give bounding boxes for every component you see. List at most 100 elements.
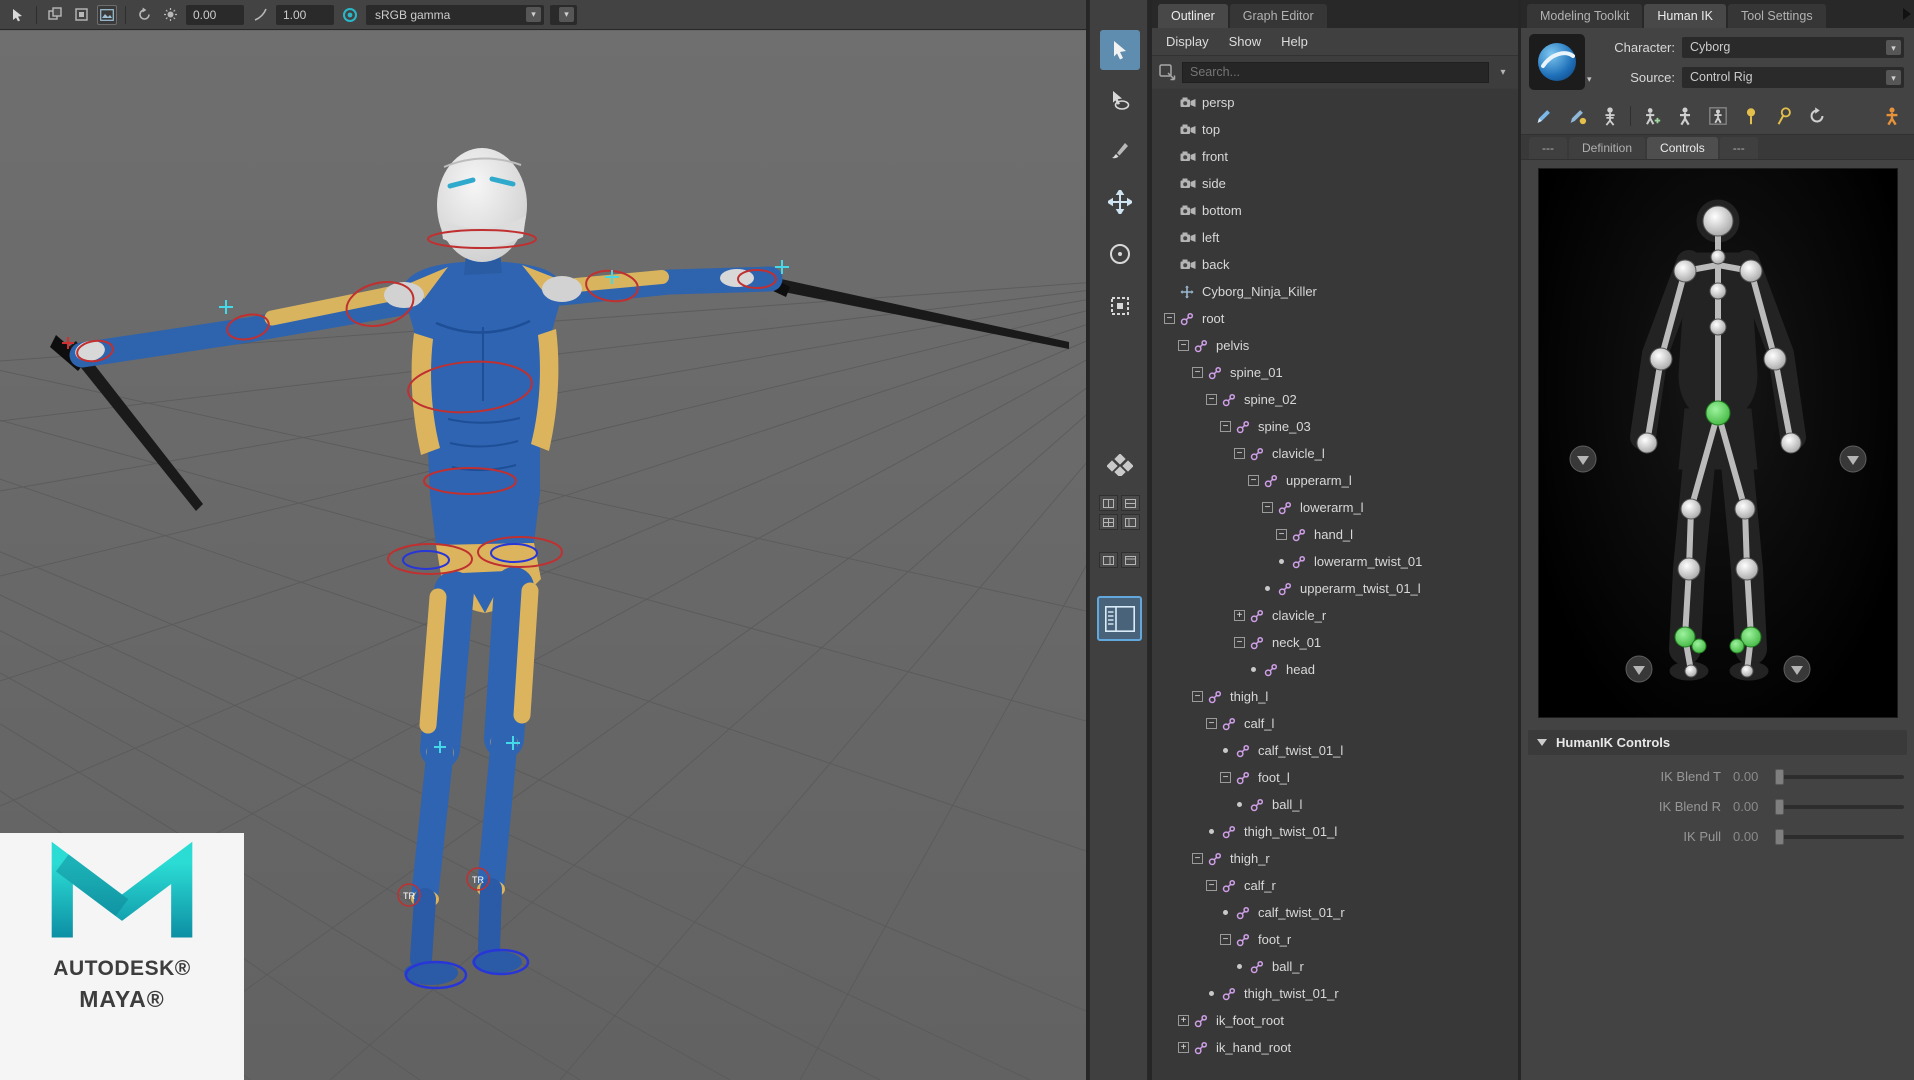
- outliner-node-hand_l[interactable]: − hand_l: [1152, 521, 1518, 548]
- tab-outliner[interactable]: Outliner: [1158, 4, 1228, 28]
- outliner-node-clavicle_r[interactable]: + clavicle_r: [1152, 602, 1518, 629]
- node-label[interactable]: thigh_twist_01_r: [1244, 986, 1339, 1001]
- outliner-node-back[interactable]: back: [1152, 251, 1518, 278]
- figure-stance-icon[interactable]: [1705, 104, 1730, 129]
- outliner-node-calf_l[interactable]: − calf_l: [1152, 710, 1518, 737]
- outliner-node-top[interactable]: top: [1152, 116, 1518, 143]
- outliner-node-spine_03[interactable]: − spine_03: [1152, 413, 1518, 440]
- expand-toggle-icon[interactable]: +: [1178, 1015, 1189, 1026]
- persp-outliner-layout-button[interactable]: [1097, 596, 1142, 641]
- lasso-select-tool[interactable]: [1100, 80, 1140, 120]
- outliner-node-thigh_r[interactable]: − thigh_r: [1152, 845, 1518, 872]
- edit-definition-pencil-icon[interactable]: [1531, 104, 1556, 129]
- pane-layout-c[interactable]: [1099, 514, 1118, 530]
- outliner-node-left[interactable]: left: [1152, 224, 1518, 251]
- pane-layout-b[interactable]: [1121, 495, 1140, 511]
- pin-translate-icon[interactable]: [1738, 104, 1763, 129]
- subtab-right[interactable]: ---: [1719, 137, 1758, 159]
- tab-overflow-arrow-icon[interactable]: [1903, 8, 1911, 20]
- node-label[interactable]: ik_foot_root: [1216, 1013, 1284, 1028]
- outliner-node-front[interactable]: front: [1152, 143, 1518, 170]
- tab-human-ik[interactable]: Human IK: [1644, 4, 1726, 28]
- collapse-toggle-icon[interactable]: −: [1248, 475, 1259, 486]
- outliner-node-ik_hand_root[interactable]: + ik_hand_root: [1152, 1034, 1518, 1061]
- pane-layout-d[interactable]: [1121, 514, 1140, 530]
- collapse-toggle-icon[interactable]: −: [1192, 691, 1203, 702]
- tab-modeling-toolkit[interactable]: Modeling Toolkit: [1527, 4, 1643, 28]
- humanik-logo-icon[interactable]: [1529, 34, 1585, 90]
- renderer-menu[interactable]: [550, 4, 577, 25]
- color-managed-toggle-icon[interactable]: [340, 5, 360, 25]
- viewport-panel[interactable]: 0.00 1.00 sRGB gamma ▾ ▾ TR TR AUTODESK®…: [0, 0, 1086, 1080]
- outliner-node-ball_l[interactable]: ball_l: [1152, 791, 1518, 818]
- node-label[interactable]: neck_01: [1272, 635, 1321, 650]
- collapse-toggle-icon[interactable]: −: [1234, 637, 1245, 648]
- node-label[interactable]: head: [1286, 662, 1315, 677]
- outliner-node-calf_twist_01_l[interactable]: calf_twist_01_l: [1152, 737, 1518, 764]
- outliner-node-ik_foot_root[interactable]: + ik_foot_root: [1152, 1007, 1518, 1034]
- outliner-node-lowerarm_twist_01[interactable]: lowerarm_twist_01: [1152, 548, 1518, 575]
- collapse-toggle-icon[interactable]: −: [1262, 502, 1273, 513]
- node-label[interactable]: left: [1202, 230, 1219, 245]
- node-label[interactable]: clavicle_r: [1272, 608, 1326, 623]
- saved-layouts-button[interactable]: [1100, 448, 1140, 482]
- reset-pose-icon[interactable]: [1804, 104, 1829, 129]
- collapse-toggle-icon[interactable]: −: [1164, 313, 1175, 324]
- chevron-down-icon[interactable]: [1886, 39, 1901, 55]
- node-label[interactable]: calf_twist_01_l: [1258, 743, 1343, 758]
- hik-logo-chevron-icon[interactable]: [1587, 74, 1592, 85]
- outliner-node-root[interactable]: − root: [1152, 305, 1518, 332]
- refresh-icon[interactable]: [134, 5, 154, 25]
- outliner-node-upperarm_l[interactable]: − upperarm_l: [1152, 467, 1518, 494]
- node-label[interactable]: thigh_r: [1230, 851, 1270, 866]
- node-label[interactable]: calf_l: [1244, 716, 1274, 731]
- paint-select-tool[interactable]: [1100, 130, 1140, 170]
- select-tool[interactable]: [1100, 30, 1140, 70]
- view-transform-select[interactable]: sRGB gamma: [366, 4, 544, 25]
- node-label[interactable]: back: [1202, 257, 1229, 272]
- collapse-toggle-icon[interactable]: −: [1220, 934, 1231, 945]
- outliner-node-head[interactable]: head: [1152, 656, 1518, 683]
- chevron-down-icon[interactable]: [559, 7, 574, 22]
- node-label[interactable]: front: [1202, 149, 1228, 164]
- outliner-node-calf_r[interactable]: − calf_r: [1152, 872, 1518, 899]
- slider-handle[interactable]: [1775, 798, 1784, 815]
- outliner-node-ball_r[interactable]: ball_r: [1152, 953, 1518, 980]
- collapse-triangle-icon[interactable]: [1537, 739, 1547, 746]
- character-orange-icon[interactable]: [1879, 104, 1904, 129]
- node-label[interactable]: ball_l: [1272, 797, 1302, 812]
- chevron-down-icon[interactable]: [526, 7, 541, 22]
- node-label[interactable]: lowerarm_twist_01: [1314, 554, 1422, 569]
- outliner-node-lowerarm_l[interactable]: − lowerarm_l: [1152, 494, 1518, 521]
- node-label[interactable]: calf_r: [1244, 878, 1276, 893]
- subtab-definition[interactable]: Definition: [1569, 137, 1646, 159]
- outliner-tree[interactable]: persp top front side bottom left back Cyborg_Ni…: [1152, 89, 1518, 1080]
- outliner-node-thigh_twist_01_l[interactable]: thigh_twist_01_l: [1152, 818, 1518, 845]
- node-label[interactable]: side: [1202, 176, 1226, 191]
- collapse-toggle-icon[interactable]: −: [1220, 772, 1231, 783]
- subtab-controls[interactable]: Controls: [1647, 137, 1718, 159]
- source-select[interactable]: Control Rig: [1682, 66, 1904, 88]
- outliner-node-pelvis[interactable]: − pelvis: [1152, 332, 1518, 359]
- slider-handle[interactable]: [1775, 768, 1784, 785]
- character-select[interactable]: Cyborg: [1682, 36, 1904, 58]
- node-label[interactable]: persp: [1202, 95, 1235, 110]
- slider-value[interactable]: 0.00: [1733, 829, 1775, 844]
- scale-tool[interactable]: [1100, 286, 1140, 326]
- slider-handle[interactable]: [1775, 828, 1784, 845]
- humanik-controls-header[interactable]: HumanIK Controls: [1528, 730, 1907, 755]
- outliner-node-foot_l[interactable]: − foot_l: [1152, 764, 1518, 791]
- node-label[interactable]: thigh_l: [1230, 689, 1268, 704]
- collapse-toggle-icon[interactable]: −: [1220, 421, 1231, 432]
- node-label[interactable]: bottom: [1202, 203, 1242, 218]
- slider-track[interactable]: [1775, 798, 1904, 815]
- isolate-icon[interactable]: [71, 5, 91, 25]
- subtab-left[interactable]: ---: [1529, 137, 1567, 159]
- node-label[interactable]: spine_01: [1230, 365, 1283, 380]
- filter-icon[interactable]: [1159, 63, 1176, 81]
- collapse-toggle-icon[interactable]: −: [1192, 367, 1203, 378]
- collapse-toggle-icon[interactable]: −: [1234, 448, 1245, 459]
- collapse-toggle-icon[interactable]: −: [1206, 718, 1217, 729]
- pin-rotate-icon[interactable]: [1771, 104, 1796, 129]
- slider-value[interactable]: 0.00: [1733, 799, 1775, 814]
